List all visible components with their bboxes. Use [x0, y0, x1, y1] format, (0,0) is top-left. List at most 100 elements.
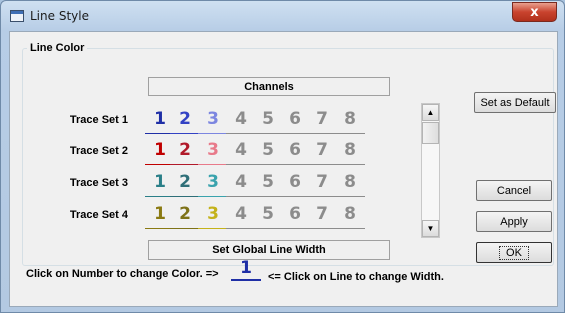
- trace-channel-number[interactable]: 2: [170, 108, 200, 134]
- trace-channel-line[interactable]: [335, 228, 365, 229]
- trace-channel-line[interactable]: [253, 228, 283, 229]
- trace-channel-line[interactable]: [226, 164, 256, 165]
- trace-channel-digit: 5: [262, 140, 274, 160]
- trace-channel-number[interactable]: 2: [170, 139, 200, 165]
- trace-channel-line[interactable]: [198, 164, 228, 165]
- trace-channel-number[interactable]: 3: [198, 139, 228, 165]
- trace-channel-number[interactable]: 6: [280, 203, 310, 229]
- line-style-dialog: Line Style x Line Color Channels Trace S…: [0, 0, 565, 313]
- scroll-down-button[interactable]: ▼: [422, 220, 439, 237]
- ok-button[interactable]: OK: [476, 242, 552, 263]
- trace-channel-digit: 7: [316, 204, 328, 224]
- trace-channel-line[interactable]: [335, 133, 365, 134]
- trace-channel-line[interactable]: [170, 196, 200, 197]
- trace-channel-line[interactable]: [198, 196, 228, 197]
- trace-channel-number[interactable]: 7: [307, 171, 337, 197]
- trace-channel-number[interactable]: 2: [170, 203, 200, 229]
- trace-channel-line[interactable]: [198, 228, 228, 229]
- trace-channel-digit: 1: [154, 140, 166, 160]
- trace-channel-digit: 8: [344, 172, 356, 192]
- apply-button[interactable]: Apply: [476, 211, 552, 232]
- trace-channel-number[interactable]: 3: [198, 203, 228, 229]
- trace-channel-number[interactable]: 1: [145, 139, 175, 165]
- trace-channel-line[interactable]: [170, 228, 200, 229]
- trace-channel-digit: 7: [316, 109, 328, 129]
- set-global-line-width-button[interactable]: Set Global Line Width: [148, 240, 390, 260]
- trace-channel-digit: 8: [344, 204, 356, 224]
- trace-channel-line[interactable]: [307, 196, 337, 197]
- trace-channel-number[interactable]: 7: [307, 203, 337, 229]
- trace-channel-number[interactable]: 5: [253, 139, 283, 165]
- trace-channel-digit: 7: [316, 140, 328, 160]
- trace-channel-line[interactable]: [198, 133, 228, 134]
- window-title: Line Style: [30, 9, 89, 23]
- trace-channel-number[interactable]: 6: [280, 108, 310, 134]
- set-as-default-button[interactable]: Set as Default: [474, 92, 556, 113]
- trace-channel-number[interactable]: 8: [335, 139, 365, 165]
- trace-channel-number[interactable]: 5: [253, 203, 283, 229]
- trace-channel-number[interactable]: 4: [226, 171, 256, 197]
- cancel-button[interactable]: Cancel: [476, 180, 552, 201]
- trace-channel-number[interactable]: 5: [253, 108, 283, 134]
- trace-channel-line[interactable]: [253, 164, 283, 165]
- trace-channel-digit: 1: [154, 109, 166, 129]
- line-color-legend: Line Color: [27, 42, 88, 54]
- trace-channel-number[interactable]: 5: [253, 171, 283, 197]
- trace-channel-number[interactable]: 4: [226, 108, 256, 134]
- close-icon: x: [530, 4, 539, 20]
- trace-channel-number[interactable]: 7: [307, 139, 337, 165]
- trace-channel-line[interactable]: [170, 164, 200, 165]
- title-bar[interactable]: Line Style x: [1, 1, 564, 31]
- trace-channel-number[interactable]: 6: [280, 139, 310, 165]
- trace-channel-line[interactable]: [280, 164, 310, 165]
- color-instruction-text: Click on Number to change Color. =>: [26, 268, 219, 280]
- trace-channel-digit: 3: [207, 172, 219, 192]
- trace-channel-line[interactable]: [280, 133, 310, 134]
- trace-channel-line[interactable]: [226, 196, 256, 197]
- trace-channel-number[interactable]: 3: [198, 108, 228, 134]
- trace-channel-line[interactable]: [307, 164, 337, 165]
- scroll-up-button[interactable]: ▲: [422, 104, 439, 121]
- scroll-thumb[interactable]: [422, 122, 439, 144]
- line-width-sample-line: [231, 279, 261, 281]
- trace-channel-line[interactable]: [253, 196, 283, 197]
- trace-channel-number[interactable]: 6: [280, 171, 310, 197]
- trace-channel-line[interactable]: [253, 133, 283, 134]
- trace-set-label: Trace Set 1: [69, 114, 128, 126]
- trace-channel-digit: 6: [289, 140, 301, 160]
- line-width-sample[interactable]: 1: [231, 258, 261, 285]
- trace-channel-line[interactable]: [335, 196, 365, 197]
- trace-channel-number[interactable]: 1: [145, 108, 175, 134]
- trace-channel-digit: 6: [289, 172, 301, 192]
- trace-channel-digit: 2: [179, 140, 191, 160]
- trace-scrollbar[interactable]: ▲ ▼: [421, 103, 440, 238]
- trace-channel-line[interactable]: [335, 164, 365, 165]
- trace-channel-line[interactable]: [280, 228, 310, 229]
- trace-channel-digit: 5: [262, 204, 274, 224]
- trace-channel-number[interactable]: 2: [170, 171, 200, 197]
- trace-channel-line[interactable]: [307, 133, 337, 134]
- trace-channel-line[interactable]: [226, 133, 256, 134]
- trace-channel-number[interactable]: 8: [335, 108, 365, 134]
- trace-channel-digit: 2: [179, 204, 191, 224]
- trace-channel-number[interactable]: 1: [145, 203, 175, 229]
- width-instruction-text: <= Click on Line to change Width.: [268, 271, 444, 283]
- trace-channel-line[interactable]: [170, 133, 200, 134]
- trace-channel-line[interactable]: [307, 228, 337, 229]
- trace-channel-number[interactable]: 8: [335, 171, 365, 197]
- trace-channel-digit: 3: [207, 140, 219, 160]
- trace-channel-digit: 8: [344, 140, 356, 160]
- trace-channel-number[interactable]: 4: [226, 139, 256, 165]
- channels-header: Channels: [148, 77, 390, 96]
- trace-channel-number[interactable]: 8: [335, 203, 365, 229]
- trace-channel-line[interactable]: [280, 196, 310, 197]
- trace-channel-digit: 1: [154, 204, 166, 224]
- trace-channel-number[interactable]: 7: [307, 108, 337, 134]
- trace-channel-number[interactable]: 1: [145, 171, 175, 197]
- trace-channel-line[interactable]: [226, 228, 256, 229]
- trace-channel-digit: 4: [235, 109, 247, 129]
- arrow-up-icon: ▲: [426, 108, 435, 117]
- trace-channel-number[interactable]: 4: [226, 203, 256, 229]
- trace-channel-number[interactable]: 3: [198, 171, 228, 197]
- close-button[interactable]: x: [512, 2, 557, 22]
